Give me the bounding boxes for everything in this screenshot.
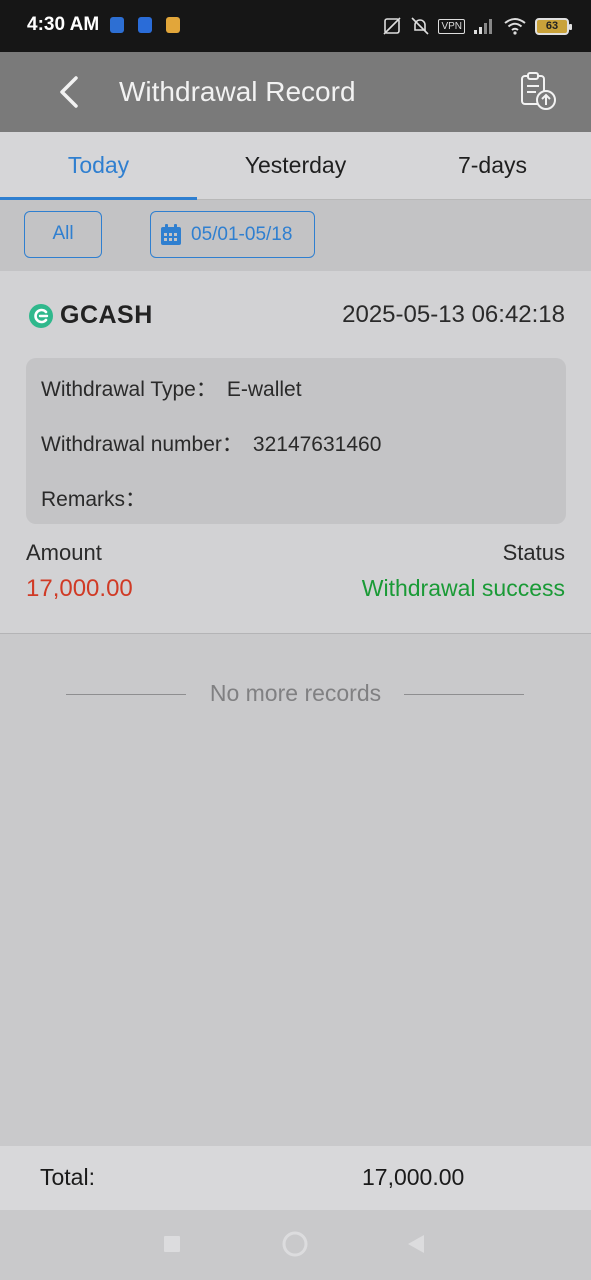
total-bar: Total: 17,000.00	[0, 1146, 591, 1210]
clipboard-upload-icon	[521, 72, 556, 110]
battery-icon: 63	[535, 17, 572, 35]
record-datetime: 2025-05-13 06:42:18	[342, 301, 565, 328]
provider: GCASH	[28, 301, 153, 330]
total-value: 17,000.00	[362, 1164, 465, 1190]
amount-value: 17,000.00	[26, 575, 133, 602]
home-button[interactable]	[281, 1230, 309, 1258]
withdrawal-number-label: Withdrawal number：	[41, 433, 243, 456]
back-button[interactable]	[50, 70, 90, 114]
withdrawal-number-value: 32147631460	[252, 433, 382, 456]
export-button[interactable]	[516, 70, 560, 114]
amount-label: Amount	[26, 540, 102, 565]
app-notification-icon	[110, 17, 124, 33]
total-label: Total:	[40, 1164, 95, 1190]
recents-button[interactable]	[162, 1234, 182, 1254]
withdrawal-number-row: Withdrawal number： 32147631460	[41, 428, 381, 458]
system-navigation-bar	[0, 1210, 591, 1280]
record-details: Withdrawal Type： E-wallet Withdrawal numb…	[26, 358, 566, 524]
signal-icon	[474, 19, 492, 34]
status-time: 4:30 AM	[27, 14, 100, 35]
no-sim-icon	[383, 17, 402, 35]
date-range-label: 05/01-05/18	[191, 223, 293, 245]
tab-today[interactable]: Today	[0, 132, 197, 200]
gcash-logo-icon	[29, 303, 53, 328]
mute-icon	[411, 17, 430, 35]
system-back-button[interactable]	[404, 1233, 426, 1255]
status-bar: 4:30 AM VPN 63	[0, 0, 591, 52]
list-end-indicator: No more records	[0, 680, 591, 710]
page-title: Withdrawal Record	[119, 76, 356, 107]
app-bar: Withdrawal Record	[0, 52, 591, 132]
status-value: Withdrawal success	[361, 575, 565, 601]
tab-bar: Today Yesterday 7-days	[0, 132, 591, 200]
calendar-icon	[161, 223, 181, 245]
date-range-button[interactable]: 05/01-05/18	[150, 211, 315, 258]
tab-yesterday[interactable]: Yesterday	[197, 132, 394, 200]
app-notification-icon	[166, 17, 180, 33]
withdrawal-record-card[interactable]: GCASH 2025-05-13 06:42:18 Withdrawal Typ…	[0, 271, 591, 634]
chevron-left-icon	[60, 76, 78, 108]
remarks-row: Remarks：	[41, 483, 146, 513]
filter-bar: All 05/01-05/18	[0, 200, 591, 271]
withdrawal-type-value: E-wallet	[226, 378, 302, 401]
tab-7-days[interactable]: 7-days	[394, 132, 591, 200]
status-label: Status	[502, 540, 565, 565]
withdrawal-type-label: Withdrawal Type：	[41, 378, 217, 401]
app-notification-icon	[138, 17, 152, 33]
filter-all-button[interactable]: All	[24, 211, 102, 258]
wifi-icon	[504, 18, 526, 35]
divider-line	[404, 694, 524, 695]
vpn-icon: VPN	[438, 18, 465, 34]
withdrawal-type-row: Withdrawal Type： E-wallet	[41, 373, 302, 403]
provider-name: GCASH	[60, 301, 153, 329]
remarks-label: Remarks：	[41, 488, 147, 511]
